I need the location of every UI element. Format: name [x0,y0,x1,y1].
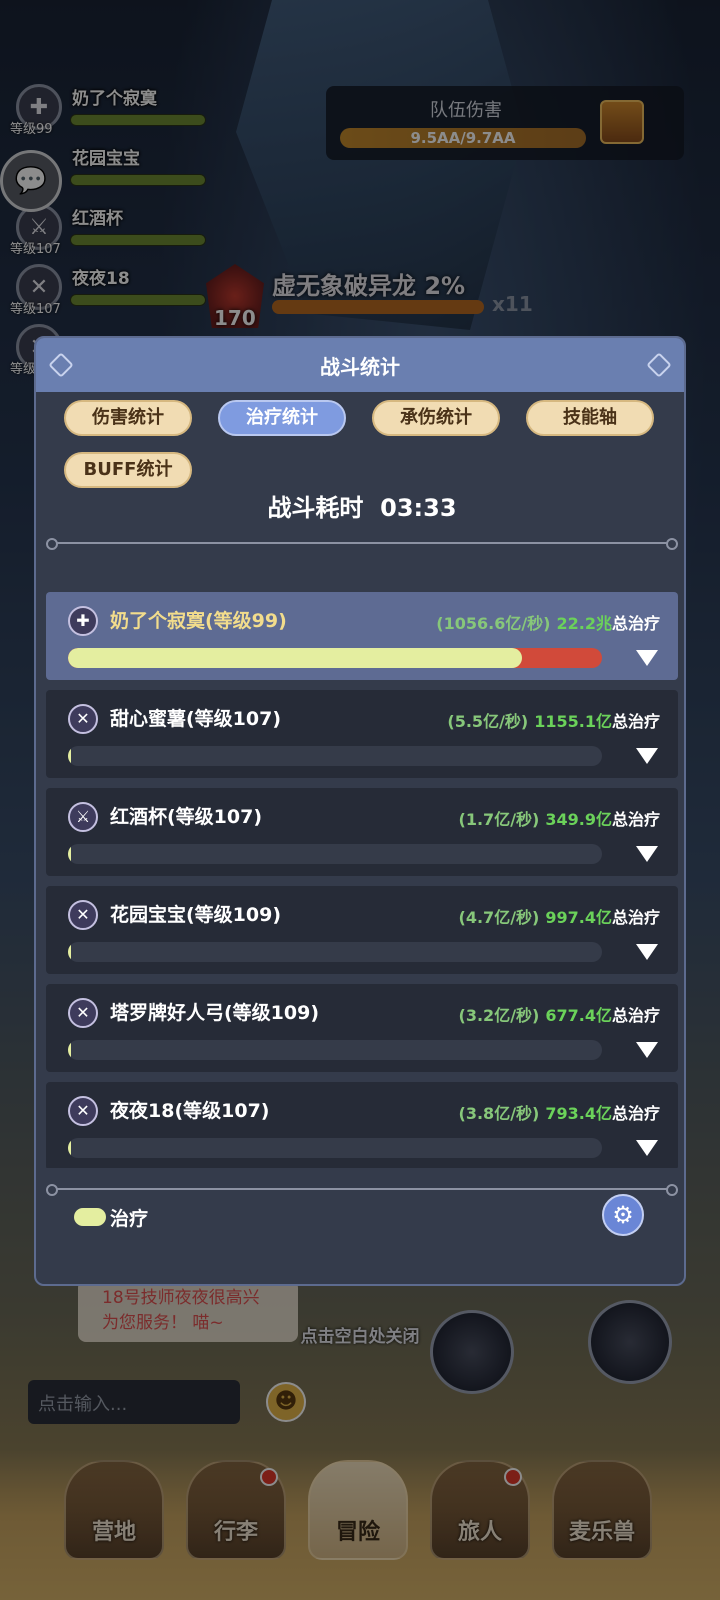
divider [46,1184,678,1196]
heal-rate: (3.8亿/秒) [458,1104,540,1123]
heal-bar-fill [68,746,72,766]
player-name: 夜夜18(等级107) [110,1100,270,1122]
healer-cross-icon: ✚ [68,606,98,636]
tab-healing[interactable]: 治疗统计 [218,400,346,436]
crossed-swords-icon: ✕ [68,704,98,734]
player-name: 甜心蜜薯(等级107) [110,708,282,730]
heal-bar [68,844,602,864]
heal-stats: (4.7亿/秒) 997.4亿总治疗 [459,904,660,928]
diamond-ornament-icon [646,352,672,378]
heal-bar-fill [68,942,72,962]
healing-row[interactable]: ✕ 甜心蜜薯(等级107) (5.5亿/秒) 1155.1亿总治疗 [46,690,678,778]
heal-bar-fill [68,648,522,668]
player-name: 红酒杯(等级107) [110,806,263,828]
heal-bar [68,648,602,668]
heal-bar [68,746,602,766]
heal-total-label: 总治疗 [611,1104,660,1123]
healing-row[interactable]: ✚ 奶了个寂寞(等级99) (1056.6亿/秒) 22.2兆总治疗 [46,592,678,680]
heal-total: 677.4亿 [545,1006,612,1025]
expand-arrow-icon[interactable] [636,650,658,666]
legend-swatch [74,1208,106,1226]
crossed-swords-icon: ✕ [68,998,98,1028]
player-name: 塔罗牌好人弓(等级109) [110,1002,320,1024]
tab-skill-timeline[interactable]: 技能轴 [526,400,654,436]
heal-bar-fill [68,1138,72,1158]
battle-duration: 战斗耗时 03:33 [267,494,457,522]
heal-stats: (3.2亿/秒) 677.4亿总治疗 [459,1002,660,1026]
modal-title: 战斗统计 [320,354,400,379]
heal-stats: (1056.6亿/秒) 22.2兆总治疗 [436,610,660,634]
heal-bar [68,942,602,962]
heal-total: 1155.1亿 [534,712,612,731]
expand-arrow-icon[interactable] [636,1042,658,1058]
heal-stats: (5.5亿/秒) 1155.1亿总治疗 [447,708,660,732]
battle-stats-modal: 战斗统计 伤害统计 治疗统计 承伤统计 技能轴 BUFF统计 战斗耗时 03:3… [34,336,686,1286]
crossed-swords-icon: ✕ [68,1096,98,1126]
heal-total-label: 总治疗 [611,712,660,731]
player-name: 奶了个寂寞(等级99) [110,610,287,632]
heal-stats: (1.7亿/秒) 349.9亿总治疗 [459,806,660,830]
legend-label: 治疗 [110,1208,149,1230]
healing-row[interactable]: ✕ 塔罗牌好人弓(等级109) (3.2亿/秒) 677.4亿总治疗 [46,984,678,1072]
heal-rate: (4.7亿/秒) [458,908,540,927]
heal-bar-fill [68,1040,72,1060]
heal-rate: (3.2亿/秒) [458,1006,540,1025]
modal-header: 战斗统计 [36,338,684,392]
heal-total: 997.4亿 [545,908,612,927]
heal-rate: (5.5亿/秒) [447,712,529,731]
heal-total: 349.9亿 [545,810,612,829]
player-name: 花园宝宝(等级109) [110,904,282,926]
expand-arrow-icon[interactable] [636,748,658,764]
healing-list[interactable]: ✚ 奶了个寂寞(等级99) (1056.6亿/秒) 22.2兆总治疗 ✕ 甜心蜜薯(等级1… [46,592,678,1168]
heal-total-label: 总治疗 [611,810,660,829]
sword-icon: ⚔ [68,802,98,832]
heal-total: 22.2兆 [556,614,612,633]
tab-buff[interactable]: BUFF统计 [64,452,192,488]
diamond-ornament-icon [48,352,74,378]
tab-damage-taken[interactable]: 承伤统计 [372,400,500,436]
crossed-swords-icon: ✕ [68,900,98,930]
heal-rate: (1.7亿/秒) [458,810,540,829]
heal-bar [68,1138,602,1158]
heal-bar [68,1040,602,1060]
healing-row[interactable]: ⚔ 红酒杯(等级107) (1.7亿/秒) 349.9亿总治疗 [46,788,678,876]
heal-bar-fill [68,844,72,864]
heal-total-label: 总治疗 [611,908,660,927]
expand-arrow-icon[interactable] [636,944,658,960]
heal-rate: (1056.6亿/秒) [436,614,551,633]
heal-total: 793.4亿 [545,1104,612,1123]
heal-stats: (3.8亿/秒) 793.4亿总治疗 [459,1100,660,1124]
heal-total-label: 总治疗 [611,1006,660,1025]
heal-total-label: 总治疗 [611,614,660,633]
divider [46,538,678,550]
expand-arrow-icon[interactable] [636,1140,658,1156]
healing-row[interactable]: ✕ 夜夜18(等级107) (3.8亿/秒) 793.4亿总治疗 [46,1082,678,1168]
healing-row[interactable]: ✕ 花园宝宝(等级109) (4.7亿/秒) 997.4亿总治疗 [46,886,678,974]
tab-damage[interactable]: 伤害统计 [64,400,192,436]
expand-arrow-icon[interactable] [636,846,658,862]
gear-icon[interactable]: ⚙ [602,1194,644,1236]
